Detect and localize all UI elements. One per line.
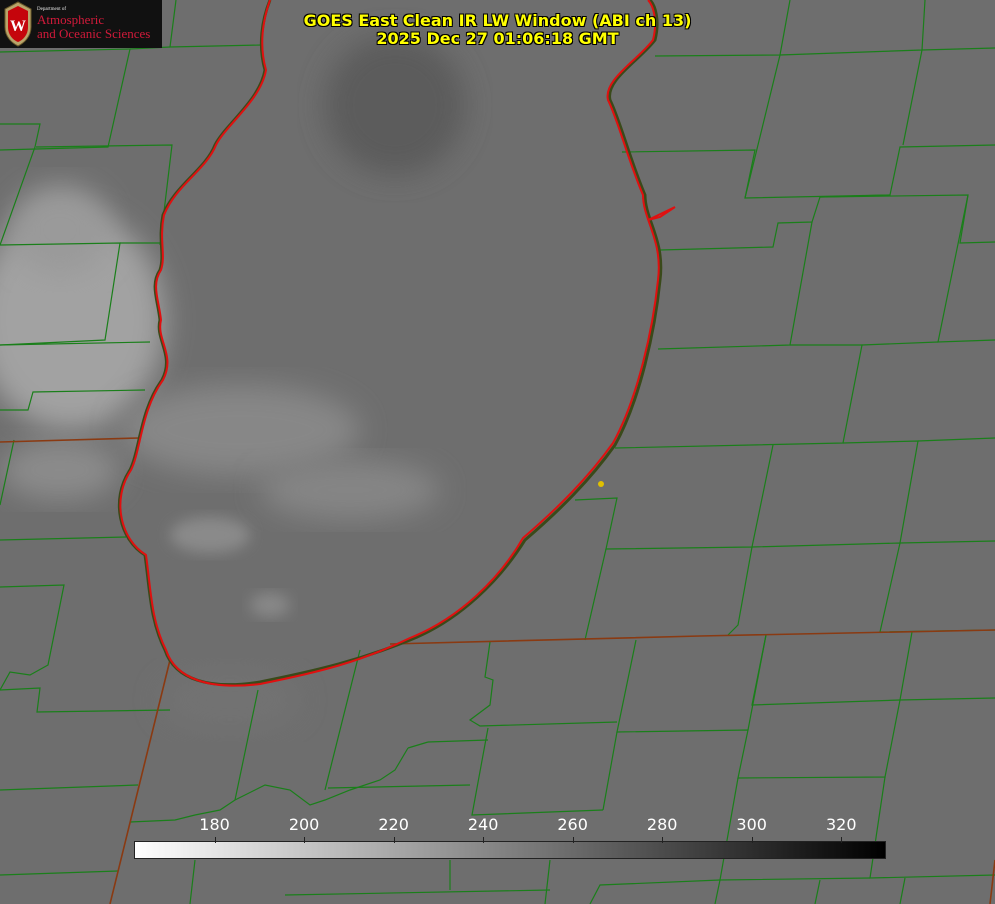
- uw-aos-logo: W Department of Atmospheric and Oceanic …: [0, 0, 162, 48]
- logo-line-2: and Oceanic Sciences: [37, 26, 151, 42]
- colorbar-tick-label: 200: [288, 815, 320, 834]
- colorbar-tick-mark: [662, 837, 664, 843]
- satellite-map: W Department of Atmospheric and Oceanic …: [0, 0, 995, 904]
- colorbar-tick-label: 280: [646, 815, 678, 834]
- colorbar-tick-label: 300: [736, 815, 767, 834]
- location-marker: [598, 481, 604, 487]
- map-layer: [0, 0, 995, 904]
- colorbar-tick-label: 260: [557, 815, 588, 834]
- colorbar-tick-mark: [572, 837, 574, 843]
- colorbar-tick-label: 240: [467, 815, 499, 834]
- colorbar-tick-label: 180: [199, 815, 230, 834]
- colorbar-tick-mark: [841, 837, 843, 843]
- university-seal-icon: W: [4, 1, 32, 47]
- colorbar-tick-mark: [751, 837, 753, 843]
- colorbar-tick-mark: [483, 837, 485, 843]
- seal-letter: W: [10, 18, 26, 35]
- image-title: GOES East Clean IR LW Window (ABI ch 13)…: [260, 12, 735, 48]
- logo-text: Department of Atmospheric and Oceanic Sc…: [37, 7, 150, 41]
- colorbar-tick-label: 220: [378, 815, 409, 834]
- colorbar-tick-mark: [304, 837, 306, 843]
- colorbar-tick-mark: [214, 837, 216, 843]
- colorbar-tick-label: 320: [825, 815, 857, 834]
- title-timestamp: 2025 Dec 27 01:06:18 GMT: [376, 29, 619, 48]
- colorbar-tick-mark: [393, 837, 395, 843]
- logo-line-1: Atmospheric: [37, 12, 105, 28]
- colorbar: [134, 841, 886, 859]
- cloud-imagery: [0, 0, 995, 904]
- title-product: GOES East Clean IR LW Window (ABI ch 13): [303, 11, 692, 30]
